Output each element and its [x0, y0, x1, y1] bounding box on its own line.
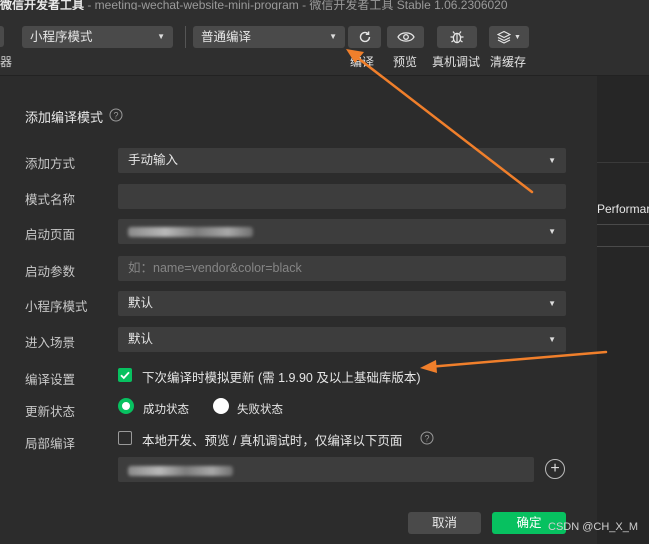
success-status-radio[interactable] — [118, 398, 134, 414]
help-icon[interactable]: ? — [420, 431, 434, 445]
debug-panel: Performar — [597, 76, 649, 544]
compile-mode-value: 普通编译 — [201, 30, 252, 44]
compile-mode-select[interactable]: 普通编译 ▼ — [193, 26, 345, 48]
toolbar: 微信开发者工具 - meeting-wechat-website-mini-pr… — [0, 0, 649, 76]
preview-button[interactable] — [387, 26, 424, 48]
svg-text:?: ? — [113, 111, 118, 121]
compile-button[interactable] — [348, 26, 381, 48]
partial-compile-checkbox[interactable] — [118, 431, 132, 445]
svg-text:?: ? — [424, 434, 429, 444]
dialog-title: 添加编译模式 — [25, 110, 104, 125]
add-compile-mode-dialog: 添加编译模式 ? 添加方式 手动输入 ▼ 模式名称 启动页面 ▼ 启动参数 如：… — [0, 76, 597, 544]
mode-name-label: 模式名称 — [25, 193, 76, 207]
panel-divider — [597, 162, 649, 163]
plus-icon: + — [550, 460, 560, 477]
start-page-select[interactable]: ▼ — [118, 219, 566, 244]
caret-down-icon: ▼ — [548, 227, 556, 236]
blurred-page-path — [128, 465, 233, 476]
toolbar-left-label: 器 — [0, 55, 13, 69]
blurred-page-path — [128, 226, 253, 237]
mini-mode-value: 默认 — [128, 296, 154, 310]
layers-icon — [497, 30, 512, 44]
compile-label: 编译 — [350, 55, 375, 69]
mini-mode-label: 小程序模式 — [25, 300, 88, 314]
window-title: 微信开发者工具 - meeting-wechat-website-mini-pr… — [0, 0, 649, 10]
caret-down-icon: ▼ — [157, 32, 165, 41]
remote-debug-button[interactable] — [437, 26, 477, 48]
start-params-input[interactable]: 如：name=vendor&color=black — [118, 256, 566, 281]
toolbar-divider — [185, 26, 186, 48]
scene-select[interactable]: 默认 ▼ — [118, 327, 566, 352]
watermark: CSDN @CH_X_M — [548, 521, 639, 533]
cancel-button[interactable]: 取消 — [408, 512, 481, 534]
caret-down-icon: ▼ — [548, 299, 556, 308]
clear-cache-button[interactable]: ▼ — [489, 26, 529, 48]
partial-compile-label: 局部编译 — [25, 437, 76, 451]
fail-status-radio[interactable] — [213, 398, 229, 414]
scene-label: 进入场景 — [25, 336, 76, 350]
caret-down-icon: ▼ — [548, 335, 556, 344]
update-status-label: 更新状态 — [25, 405, 76, 419]
fail-status-text: 失败状态 — [237, 404, 283, 416]
mode-name-input[interactable] — [118, 184, 566, 209]
remote-debug-label: 真机调试 — [432, 55, 481, 69]
bug-icon — [450, 31, 464, 44]
window-title-rest: - meeting-wechat-website-mini-program - … — [84, 0, 508, 10]
check-icon — [120, 371, 130, 380]
clear-cache-label: 清缓存 — [490, 55, 527, 69]
help-icon[interactable]: ? — [109, 108, 123, 122]
mini-mode-select[interactable]: 默认 ▼ — [118, 291, 566, 316]
add-method-select[interactable]: 手动输入 ▼ — [118, 148, 566, 173]
panel-divider — [597, 224, 649, 225]
caret-down-icon: ▼ — [514, 33, 521, 41]
caret-down-icon: ▼ — [548, 156, 556, 165]
window-title-project: 微信开发者工具 — [0, 0, 85, 10]
success-status-text: 成功状态 — [143, 404, 189, 416]
preview-label: 预览 — [393, 55, 418, 69]
add-page-button[interactable]: + — [545, 459, 565, 479]
simulate-update-text: 下次编译时模拟更新 (需 1.9.90 及以上基础库版本) — [142, 371, 421, 385]
start-page-label: 启动页面 — [25, 228, 76, 242]
partial-pages-select[interactable] — [118, 457, 534, 482]
mode-select-value: 小程序模式 — [30, 30, 93, 44]
scene-value: 默认 — [128, 332, 154, 346]
refresh-icon — [359, 31, 370, 43]
panel-divider — [597, 246, 649, 247]
performance-tab[interactable]: Performar — [597, 202, 649, 216]
partial-compile-text: 本地开发、预览 / 真机调试时，仅编译以下页面 — [142, 434, 403, 448]
mode-select[interactable]: 小程序模式 ▼ — [22, 26, 173, 48]
simulate-update-checkbox[interactable] — [118, 368, 132, 382]
add-method-label: 添加方式 — [25, 157, 76, 171]
toolbar-left-button[interactable] — [0, 26, 4, 47]
start-params-label: 启动参数 — [25, 265, 76, 279]
compile-settings-label: 编译设置 — [25, 373, 76, 387]
caret-down-icon: ▼ — [329, 32, 337, 41]
eye-icon — [396, 32, 415, 42]
add-method-value: 手动输入 — [128, 153, 179, 167]
